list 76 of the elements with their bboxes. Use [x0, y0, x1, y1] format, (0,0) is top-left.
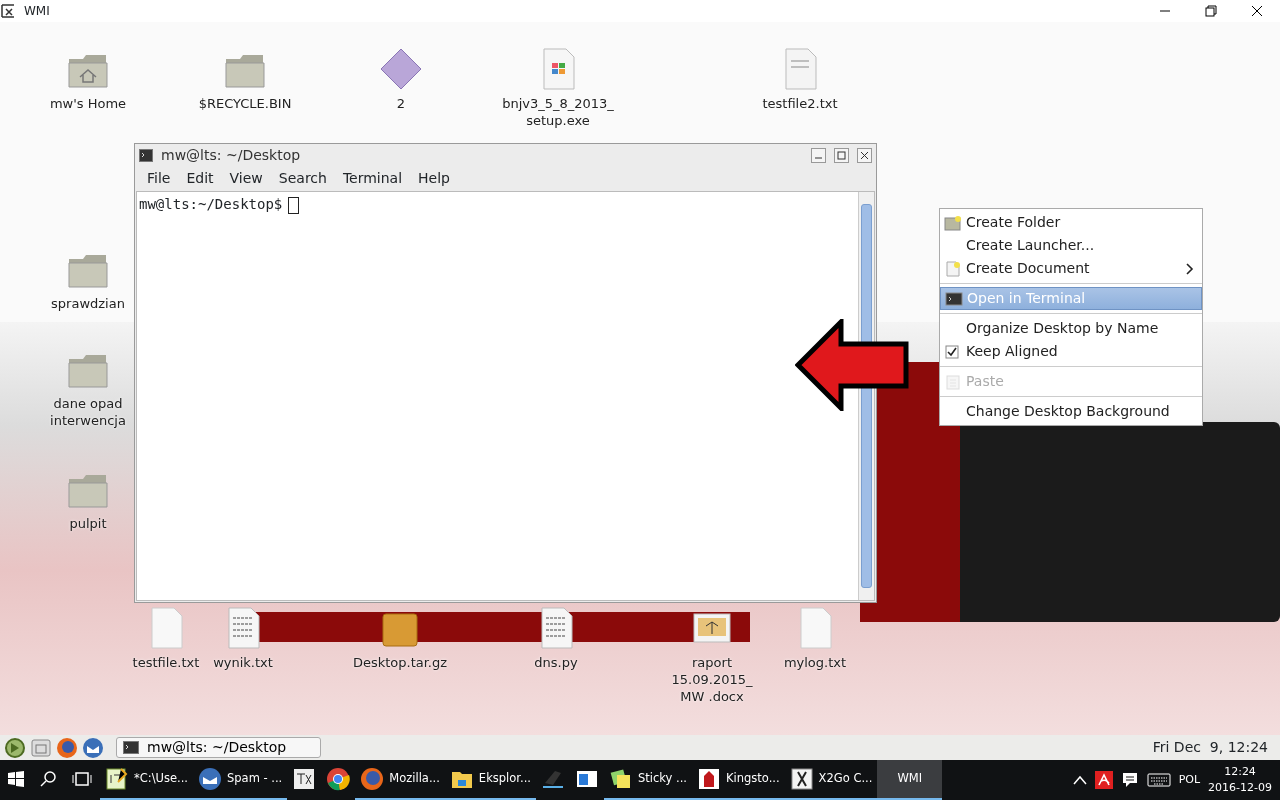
menu-item[interactable]: File [139, 166, 179, 191]
menu-item[interactable]: Create Folder [940, 211, 1202, 234]
icon-label[interactable]: Desktop.tar.gz [352, 654, 448, 671]
windows-logo-icon [8, 771, 24, 787]
clock: Fri Dec 9, 12:24 [1152, 738, 1269, 757]
task-view-icon [72, 771, 92, 787]
maximize-button[interactable] [834, 147, 849, 163]
menu-item[interactable]: Help [410, 166, 458, 191]
mail-client-icon[interactable] [82, 736, 104, 759]
icon-label[interactable]: testfile.txt [132, 654, 200, 671]
tex-icon [292, 767, 317, 791]
menu-item[interactable]: Search [270, 166, 335, 191]
close-icon [860, 150, 869, 160]
menu-item[interactable]: Create Document [940, 257, 1202, 280]
sticky-notes-icon [608, 767, 633, 791]
menu-item[interactable]: Edit [178, 166, 222, 191]
window-title: WMI [24, 3, 51, 20]
chrome-icon [326, 767, 351, 791]
menu-item[interactable]: Create Launcher... [940, 234, 1202, 257]
taskbar-button[interactable]: WMI [877, 760, 943, 800]
chevron-up-icon[interactable] [1072, 775, 1087, 785]
taskbar-button[interactable]: Spam - ... [193, 760, 288, 800]
prompt-text: mw@lts:~/Desktop$ [139, 196, 283, 212]
icon-label[interactable]: dns.py [534, 654, 578, 671]
icon-label[interactable]: sprawdzian [51, 295, 125, 312]
menu-item[interactable]: Terminal [334, 166, 411, 191]
icon-label[interactable]: 2 [396, 95, 406, 112]
app-icon [0, 3, 16, 19]
close-button[interactable] [857, 147, 872, 163]
icon-label[interactable]: $RECYCLE.BIN [198, 95, 292, 112]
icon-label[interactable]: raport 15.09.2015_ MW .docx [662, 654, 762, 705]
terminal-icon [139, 148, 153, 162]
minimize-icon [814, 156, 823, 159]
notepad-icon [105, 767, 129, 791]
new-document-icon [944, 260, 962, 277]
clipboard-icon [944, 373, 962, 390]
search-icon [40, 771, 56, 787]
clock-time[interactable]: 12:24 [1224, 763, 1256, 780]
minimize-icon [1157, 10, 1173, 12]
taskbar-button[interactable]: Kingsto... [691, 760, 785, 800]
menu-item[interactable]: View [221, 166, 271, 191]
close-icon [1249, 3, 1265, 19]
clock-date[interactable]: 2016-12-09 [1208, 780, 1272, 797]
icon-label[interactable]: pulpit [69, 515, 107, 532]
terminal-icon [123, 741, 139, 754]
icon-label[interactable]: testfile2.txt [762, 95, 838, 112]
taskbar-button[interactable]: Eksplor... [444, 760, 536, 800]
maximize-icon [837, 150, 846, 160]
globe-icon[interactable] [56, 736, 78, 759]
menu-item[interactable]: Change Desktop Background [940, 400, 1202, 423]
taskbar-button[interactable]: *C:\Use... [100, 760, 193, 800]
mail-client-icon [198, 767, 222, 791]
antivirus-icon[interactable] [1094, 771, 1113, 789]
taskbar-button[interactable]: Sticky ... [603, 760, 692, 800]
taskbar-button[interactable]: mw@lts: ~/Desktop [116, 737, 321, 758]
folder-icon [944, 214, 962, 231]
icon-label[interactable]: bnjv3_5_8_2013_ setup.exe [502, 95, 614, 129]
icon-label[interactable]: mylog.txt [783, 654, 847, 671]
restore-icon [1203, 3, 1219, 19]
menu-item[interactable]: Organize Desktop by Name [940, 317, 1202, 340]
icon-label[interactable]: wynik.txt [213, 654, 273, 671]
keyboard-icon[interactable] [1146, 772, 1171, 788]
x2go-icon [789, 767, 814, 791]
window-title: mw@lts: ~/Desktop [161, 145, 302, 165]
minimize-button[interactable] [811, 147, 826, 163]
menu-item[interactable]: Keep Aligned [940, 340, 1202, 363]
notification-icon[interactable] [1120, 771, 1139, 789]
globe-icon [360, 767, 385, 791]
diamond-icon[interactable] [379, 47, 423, 91]
language-indicator[interactable]: POL [1178, 771, 1201, 789]
terminal-icon [945, 290, 963, 307]
taskbar-button[interactable]: Mozilla... [355, 760, 445, 800]
icon-label[interactable]: mw's Home [49, 95, 127, 112]
text-cursor [288, 196, 300, 214]
icon-label[interactable]: dane opad interwencja [38, 395, 138, 429]
checkbox[interactable] [944, 343, 962, 360]
